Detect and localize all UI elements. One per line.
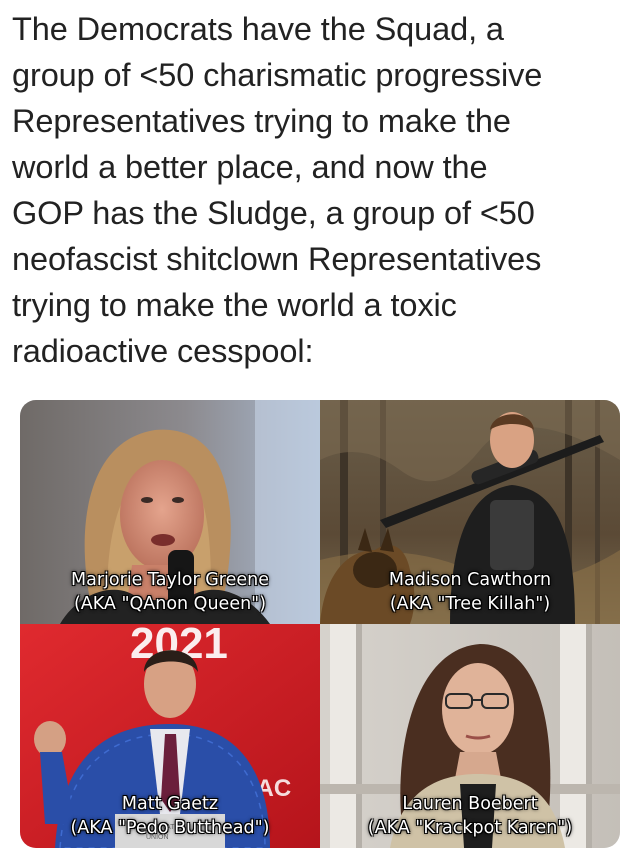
image-grid[interactable]: Marjorie Taylor Greene (AKA "QAnon Queen… (20, 400, 620, 848)
caption-greene: Marjorie Taylor Greene (AKA "QAnon Queen… (20, 568, 320, 616)
caption-name: Lauren Boebert (402, 794, 538, 814)
caption-aka: (AKA "Krackpot Karen") (367, 818, 573, 838)
post-text: The Democrats have the Squad, a group of… (12, 11, 543, 369)
caption-name: Matt Gaetz (121, 794, 219, 814)
caption-name: Marjorie Taylor Greene (71, 570, 269, 590)
photo-tile-boebert[interactable]: Lauren Boebert (AKA "Krackpot Karen") (320, 624, 620, 848)
caption-cawthorn: Madison Cawthorn (AKA "Tree Killah") (320, 568, 620, 616)
caption-aka: (AKA "QAnon Queen") (73, 594, 267, 614)
photo-tile-cawthorn[interactable]: Madison Cawthorn (AKA "Tree Killah") (320, 400, 620, 624)
caption-boebert: Lauren Boebert (AKA "Krackpot Karen") (320, 792, 620, 840)
caption-name: Madison Cawthorn (388, 570, 552, 590)
caption-gaetz: Matt Gaetz (AKA "Pedo Butthead") (20, 792, 320, 840)
caption-aka: (AKA "Tree Killah") (389, 594, 551, 614)
caption-aka: (AKA "Pedo Butthead") (70, 818, 270, 838)
photo-tile-gaetz[interactable]: 2021 CPAC CONSERVATIVE UNION Matt Gaetz … (20, 624, 320, 848)
photo-tile-greene[interactable]: Marjorie Taylor Greene (AKA "QAnon Queen… (20, 400, 320, 624)
